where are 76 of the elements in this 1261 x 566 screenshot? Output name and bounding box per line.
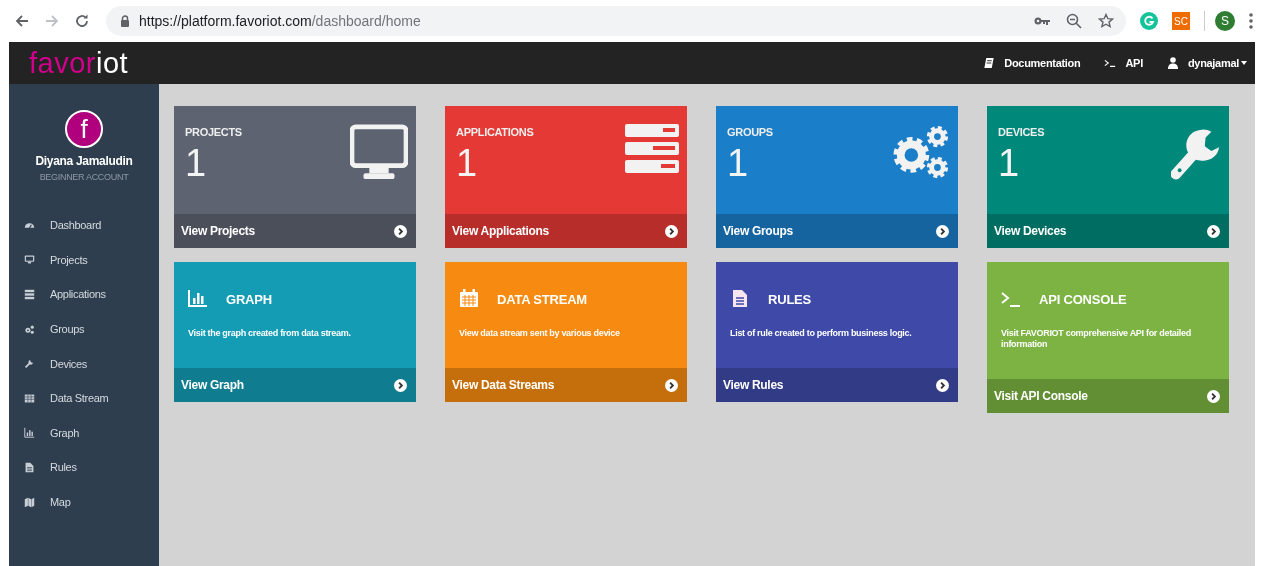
- server-icon: [24, 289, 35, 300]
- card-footer-link[interactable]: View Groups: [716, 214, 958, 248]
- chevron-right-circle-icon: [936, 378, 949, 392]
- card-footer-link[interactable]: Visit API Console: [987, 379, 1229, 413]
- bar-chart-icon: [188, 289, 208, 309]
- card-title: GRAPH: [226, 291, 272, 307]
- chevron-right-circle-icon: [394, 224, 407, 238]
- card-footer-link[interactable]: View Devices: [987, 214, 1229, 248]
- back-arrow-icon[interactable]: [14, 13, 30, 29]
- chevron-right-circle-icon: [394, 378, 407, 392]
- calendar-icon: [459, 289, 479, 309]
- terminal-icon: [1104, 57, 1117, 69]
- star-icon[interactable]: [1098, 13, 1114, 29]
- card-footer-link[interactable]: View Projects: [174, 214, 416, 248]
- header-link[interactable]: dynajamal: [1166, 57, 1247, 69]
- card-description: View data stream sent by various device: [459, 328, 621, 339]
- card-title: DATA STREAM: [497, 291, 587, 307]
- card-description: List of rule created to perform business logic.: [730, 328, 913, 339]
- sidebar-item[interactable]: Applications: [9, 277, 159, 312]
- card-description: Visit FAVORIOT comprehensive API for detailed information: [1001, 328, 1192, 350]
- card-title: RULES: [768, 291, 812, 307]
- url-text: https://platform.favoriot.com/dashboard/home: [139, 13, 421, 29]
- logo[interactable]: favoriot: [29, 48, 129, 78]
- avatar: f: [65, 110, 103, 148]
- reload-icon[interactable]: [74, 13, 90, 29]
- sidebar-item[interactable]: Projects: [9, 242, 159, 278]
- sidebar-item[interactable]: Devices: [9, 346, 159, 381]
- sidebar-item[interactable]: Groups: [9, 311, 159, 347]
- card-description: Visit the graph created from data stream.: [188, 328, 352, 339]
- card-count: 1: [727, 144, 750, 182]
- sidebar-item[interactable]: Map: [9, 484, 159, 520]
- zoom-out-icon[interactable]: [1066, 13, 1082, 29]
- chevron-right-circle-icon: [665, 224, 678, 238]
- sidebar-item[interactable]: Graph: [9, 415, 159, 451]
- gears-icon: [24, 323, 35, 335]
- terminal-icon: [1001, 289, 1021, 309]
- table-icon: [24, 392, 35, 404]
- user-name: Diyana Jamaludin: [35, 154, 133, 168]
- header-link[interactable]: Documentation: [983, 57, 1081, 69]
- caret-down-icon: [1241, 61, 1247, 65]
- user-icon: [1166, 57, 1179, 69]
- card-count: 1: [185, 144, 208, 182]
- card-title: APPLICATIONS: [456, 126, 534, 138]
- book-icon: [983, 57, 996, 69]
- card-footer-link[interactable]: View Data Streams: [445, 368, 687, 402]
- card-title: PROJECTS: [185, 126, 242, 138]
- sidebar-item[interactable]: Rules: [9, 450, 159, 485]
- chevron-right-circle-icon: [936, 224, 949, 238]
- card-title: API CONSOLE: [1039, 291, 1127, 307]
- monitor-icon: [24, 254, 35, 266]
- monitor-icon: [350, 124, 408, 182]
- card-footer-link[interactable]: View Graph: [174, 368, 416, 402]
- lock-icon: [120, 15, 130, 27]
- sidebar-item[interactable]: Dashboard: [9, 208, 159, 243]
- card-footer-link[interactable]: View Rules: [716, 368, 958, 402]
- server-icon: [625, 124, 679, 174]
- profile-button[interactable]: S: [1215, 11, 1235, 31]
- card-title: DEVICES: [998, 126, 1045, 138]
- document-icon: [24, 461, 35, 473]
- account-type: BEGINNER ACCOUNT: [39, 172, 129, 182]
- card-title: GROUPS: [727, 126, 773, 138]
- document-icon: [730, 289, 750, 309]
- map-icon: [24, 496, 35, 508]
- card-count: 1: [456, 144, 479, 182]
- more-menu-icon[interactable]: [1249, 13, 1253, 29]
- header-link[interactable]: API: [1104, 57, 1143, 69]
- sidebar-item[interactable]: Data Stream: [9, 380, 159, 416]
- card-footer-link[interactable]: View Applications: [445, 214, 687, 248]
- wrench-icon: [24, 358, 35, 370]
- address-bar[interactable]: https://platform.favoriot.com/dashboard/home: [106, 6, 1126, 36]
- key-icon[interactable]: [1034, 16, 1050, 26]
- chevron-right-circle-icon: [1207, 224, 1220, 238]
- chevron-right-circle-icon: [665, 378, 678, 392]
- card-count: 1: [998, 144, 1021, 182]
- bar-chart-icon: [24, 427, 35, 439]
- chevron-right-circle-icon: [1207, 389, 1220, 403]
